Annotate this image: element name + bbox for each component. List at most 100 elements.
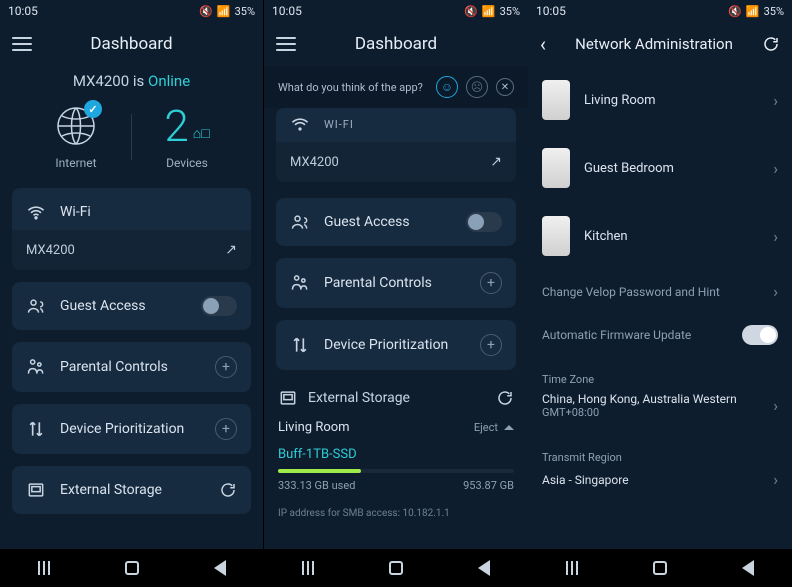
usage-row: 333.13 GB used 953.87 GB [276,473,516,498]
guest-toggle[interactable] [466,212,502,232]
node-name: Living Room [278,420,350,435]
internet-label: Internet [21,156,131,170]
page-title: Network Administration [560,35,748,53]
menu-button[interactable] [276,37,296,51]
storage-node-row[interactable]: Living Room Eject [276,416,516,439]
status-right: 🔇 📶 35% [728,5,784,18]
chevron-right-icon: › [773,282,778,301]
nav-home-button[interactable] [653,561,667,575]
node-row-kitchen[interactable]: Kitchen › [528,202,792,270]
devices-label: Devices [132,156,242,170]
model-name: MX4200 [73,72,129,90]
guest-icon [26,296,46,316]
nav-back-button[interactable] [478,560,490,576]
globe-icon [54,104,98,148]
nav-back-button[interactable] [214,560,226,576]
guest-access-tile[interactable]: Guest Access [276,198,516,246]
node-name: Guest Bedroom [584,161,759,176]
timezone-row[interactable]: China, Hong Kong, Australia Western GMT+… [528,390,792,431]
priority-icon [26,419,46,439]
feedback-happy-button[interactable]: ☺ [436,76,458,98]
smb-ip: IP address for SMB access: 10.182.1.1 [276,498,516,529]
hero: MX4200 is Online Internet 2 ⌂□ D [0,66,263,182]
device-priority-tile[interactable]: Device Prioritization + [276,320,516,370]
app-header: ‹ Network Administration [528,22,792,66]
status-bar: 10:05 🔇 📶 35% [264,0,528,22]
refresh-icon[interactable] [762,35,780,53]
nav-home-button[interactable] [125,561,139,575]
back-button[interactable]: ‹ [540,32,546,56]
node-row-living-room[interactable]: Living Room › [528,66,792,134]
nav-recent-button[interactable] [566,561,578,575]
mute-icon: 🔇 [728,5,742,18]
wifi-icon [26,202,46,222]
external-link-icon[interactable]: ↗ [490,154,502,170]
device-count: 2 [164,104,188,148]
guest-access-tile[interactable]: Guest Access [12,282,251,330]
online-status: Online [148,72,190,90]
used-text: 333.13 GB used [278,479,355,492]
wifi-name: MX4200 [26,243,75,258]
add-icon[interactable]: + [480,272,502,294]
wifi-tile[interactable]: Wi-Fi [12,188,251,236]
battery-text: 35% [764,5,784,18]
external-storage-card: External Storage Living Room Eject Buff-… [276,380,516,529]
guest-toggle[interactable] [201,296,237,316]
feedback-prompt: What do you think of the app? [278,81,428,94]
priority-label: Device Prioritization [60,421,184,437]
region-label: Transmit Region [528,437,792,468]
clock: 10:05 [8,4,38,18]
node-name: Living Room [584,93,759,108]
drive-name[interactable]: Buff-1TB-SSD [276,439,516,469]
add-icon[interactable]: + [215,418,237,440]
wifi-network-row[interactable]: MX4200 ↗ [276,142,516,182]
node-row-guest-bedroom[interactable]: Guest Bedroom › [528,134,792,202]
wifi-network-row[interactable]: MX4200 ↗ [12,230,251,270]
device-priority-tile[interactable]: Device Prioritization + [12,404,251,454]
firmware-label: Automatic Firmware Update [542,328,728,342]
chevron-right-icon: › [773,470,778,489]
wifi-name: MX4200 [290,155,339,170]
screen-1-dashboard: 10:05 🔇 📶 35% Dashboard MX4200 is Online [0,0,264,587]
feedback-sad-button[interactable]: ☹ [466,76,488,98]
external-link-icon[interactable]: ↗ [225,242,237,258]
internet-cell[interactable]: Internet [21,104,131,170]
wifi-label: Wi-Fi [60,204,91,220]
add-icon[interactable]: + [215,356,237,378]
menu-button[interactable] [12,37,32,51]
priority-icon [290,335,310,355]
chevron-right-icon: › [773,227,778,246]
total-text: 953.87 GB [463,479,514,492]
devices-cell[interactable]: 2 ⌂□ Devices [132,104,242,170]
add-icon[interactable]: + [480,334,502,356]
refresh-icon[interactable] [219,481,237,499]
nav-recent-button[interactable] [302,561,314,575]
external-storage-tile[interactable]: External Storage [12,466,251,514]
parental-icon [290,273,310,293]
nav-back-button[interactable] [742,560,754,576]
region-row[interactable]: Asia - Singapore › [528,468,792,501]
priority-label: Device Prioritization [324,337,448,353]
change-password-row[interactable]: Change Velop Password and Hint › [528,270,792,313]
eject-icon [504,425,514,430]
change-password-label: Change Velop Password and Hint [542,285,759,299]
android-navbar [0,549,792,587]
nav-home-button[interactable] [389,561,403,575]
parental-controls-tile[interactable]: Parental Controls + [12,342,251,392]
screen-3-network-admin: 10:05 🔇 📶 35% ‹ Network Administration L… [528,0,792,587]
storage-card-header[interactable]: External Storage [276,380,516,416]
battery-text: 35% [235,5,255,18]
firmware-update-row[interactable]: Automatic Firmware Update [528,313,792,357]
parental-controls-tile[interactable]: Parental Controls + [276,258,516,308]
feedback-close-button[interactable]: ✕ [496,78,514,96]
storage-label: External Storage [60,482,162,498]
eject-button[interactable]: Eject [474,421,514,434]
nav-recent-button[interactable] [38,561,50,575]
refresh-icon[interactable] [496,389,514,407]
app-header: Dashboard [264,22,528,66]
firmware-toggle[interactable] [742,325,778,345]
guest-label: Guest Access [324,214,410,230]
screen-2-dashboard-scrolled: 10:05 🔇 📶 35% Dashboard What do you thin… [264,0,528,587]
status-right: 🔇 📶 35% [199,5,255,18]
node-icon [542,216,570,256]
